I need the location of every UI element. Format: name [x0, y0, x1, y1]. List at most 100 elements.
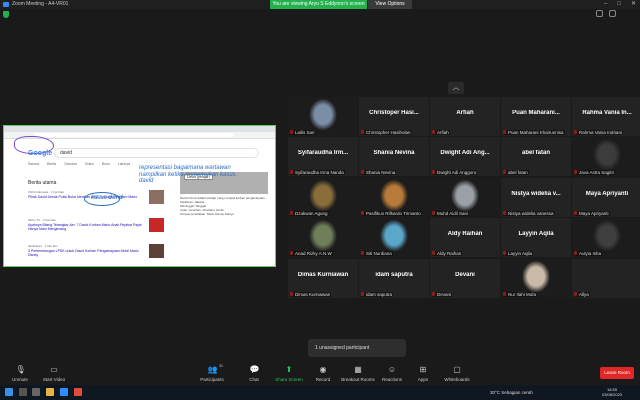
participants-button[interactable]: 👥 31 Participants: [192, 364, 232, 385]
participant-display-name: Maya Apriyanti: [585, 191, 629, 197]
participant-tile[interactable]: Layyin Aqila Layyin Aqila: [501, 218, 571, 257]
window-controls: – □ ✕: [604, 0, 636, 9]
participant-tile[interactable]: Puan Maharani... Puan Maharani Khairunnis…: [501, 97, 571, 136]
annotation-text: representasi bagaimana wartawan nampilka…: [139, 165, 236, 184]
participant-display-name: Nistya widelia v...: [511, 191, 561, 197]
participant-tile[interactable]: Maya Apriyanti Maya Apriyanti: [572, 178, 640, 217]
participant-tile[interactable]: Java Astra Sagitri: [572, 137, 640, 176]
participant-name-label: idam saputra: [361, 292, 394, 297]
participant-name-label: Syifaraudha Irma Nanda: [290, 170, 345, 175]
zoom-logo-icon: [3, 2, 9, 7]
news-thumbnail: [149, 190, 164, 204]
leave-room-button[interactable]: Leave Room: [600, 367, 634, 379]
news-item: detikNews · 1 hari lalu 3 Perkembangan L…: [28, 244, 139, 257]
whiteboard-icon: ▢: [453, 365, 461, 374]
participant-tile[interactable]: Dwight Adi Ang... Dwight Adi Anggoro: [430, 137, 500, 176]
fullscreen-icon[interactable]: [596, 10, 603, 17]
participant-name-label: abel fatan: [503, 170, 529, 175]
participant-tile[interactable]: abel fatan abel fatan: [501, 137, 571, 176]
chrome-taskbar-icon[interactable]: [74, 388, 82, 396]
participant-display-name: Syifaraudha Irm...: [297, 150, 349, 156]
participant-display-name: Layyin Aqila: [518, 231, 554, 237]
task-view-icon[interactable]: [32, 388, 40, 396]
participant-tile[interactable]: Christoper Hasi... Christopher Hasiholan: [359, 97, 429, 136]
search-tab: Gambar: [64, 162, 77, 166]
participant-name-label: Anad Rizky A.N.W: [290, 251, 333, 256]
file-explorer-icon[interactable]: [46, 388, 54, 396]
unassigned-participant-notice[interactable]: 1 unassigned participant: [308, 339, 406, 357]
participant-tile[interactable]: Nistya widelia v... Nistya widelia vaness…: [501, 178, 571, 217]
participant-tile[interactable]: Allya: [572, 259, 640, 298]
gallery-scroll-up-icon[interactable]: ︿: [448, 82, 464, 94]
participant-tile[interactable]: Arfiah Arfiah: [430, 97, 500, 136]
microphone-off-icon: 🎙: [15, 365, 26, 374]
participants-icon: 👥: [207, 365, 218, 374]
chat-button[interactable]: 💬 Chat: [234, 364, 274, 385]
search-icon[interactable]: [19, 388, 27, 396]
participant-name-label: Muhd Aidil Sani: [432, 211, 470, 216]
knowledge-panel: David Ozora adalah pelajar yang menjadi …: [180, 172, 270, 262]
zoom-taskbar-icon[interactable]: [60, 388, 68, 396]
participant-name-label: Devani: [432, 292, 453, 297]
taskbar-clock[interactable]: 18:55 03/08/2023: [602, 387, 622, 397]
windows-start-icon[interactable]: [5, 388, 13, 396]
participant-tile[interactable]: Nur Ilahi Mufa: [501, 259, 571, 298]
view-options-button[interactable]: View Options: [368, 0, 412, 9]
participant-display-name: Dimas Kurniawan: [297, 272, 349, 278]
participant-tile[interactable]: Siti Nurdiana: [359, 218, 429, 257]
participant-tile[interactable]: Aldy Raihan Aldy Raihan: [430, 218, 500, 257]
google-search-box: david: [54, 148, 259, 158]
participant-display-name: Dwight Adi Ang...: [440, 150, 490, 156]
windows-taskbar: 30°C Sebagian cerah 18:55 03/08/2023: [0, 385, 640, 400]
participant-name-label: Puan Maharani Khairunnisa: [503, 130, 565, 135]
participant-display-name: Rahma Vania In...: [582, 110, 632, 116]
participant-tile[interactable]: Aulyia Isha: [572, 218, 640, 257]
participant-name-label: Arfiah: [432, 130, 450, 135]
minimize-icon[interactable]: –: [604, 0, 607, 9]
news-item: Metro TV · 2 hari lalu Ayahnya Bilang Te…: [28, 218, 142, 231]
maximize-icon[interactable]: □: [617, 0, 621, 9]
participant-tile[interactable]: Anad Rizky A.N.W: [288, 218, 358, 257]
close-icon[interactable]: ✕: [631, 0, 636, 9]
participant-name-label: Aulyia Isha: [574, 251, 603, 256]
participant-tile[interactable]: Devani Devani: [430, 259, 500, 298]
whiteboards-button[interactable]: ▢ Whiteboards: [437, 364, 477, 385]
share-screen-icon: ⬆: [285, 365, 293, 374]
search-tab: Video: [84, 162, 94, 166]
participant-tile[interactable]: Rahma Vania In... Rahma Vania Indriani: [572, 97, 640, 136]
shared-screen[interactable]: Google david Semua Berita Gambar Video B…: [3, 125, 276, 267]
chat-icon: 💬: [249, 365, 260, 374]
participant-name-label: Lailis Sari: [290, 130, 316, 135]
participant-name-label: Layyin Aqila: [503, 251, 534, 256]
google-logo: Google: [28, 150, 53, 157]
participant-tile[interactable]: Syifaraudha Irm... Syifaraudha Irma Nanda: [288, 137, 358, 176]
weather-indicator[interactable]: 30°C Sebagian cerah: [490, 390, 533, 395]
participant-display-name: Devani: [455, 272, 475, 278]
window-title: Zoom Meeting - A4-VR01: [12, 1, 69, 7]
participant-tile[interactable]: Dzakwan Agung: [288, 178, 358, 217]
participant-name-label: Pasifikus Rifkardo Trimanto: [361, 211, 422, 216]
participant-name-label: Shania Nevina: [361, 170, 397, 175]
layout-icon[interactable]: [609, 10, 616, 17]
share-banner: You are viewing Aryo S Eddyono's screen: [270, 0, 367, 9]
participant-tile[interactable]: Muhd Aidil Sani: [430, 178, 500, 217]
news-thumbnail: [149, 218, 164, 232]
participant-tile[interactable]: Dimas Kurniawan Dimas Kurniawan: [288, 259, 358, 298]
participant-tile[interactable]: Lailis Sari: [288, 97, 358, 136]
participant-tile[interactable]: Pasifikus Rifkardo Trimanto: [359, 178, 429, 217]
start-video-button[interactable]: ▭ Start Video: [34, 364, 74, 385]
meeting-toolbar: 🎙 Unmute ▭ Start Video 👥 31 Participants…: [0, 362, 640, 385]
participant-name-label: Dwight Adi Anggoro: [432, 170, 478, 175]
participant-display-name: Shania Nevina: [373, 150, 415, 156]
reactions-icon: ☺: [387, 365, 397, 374]
participant-tile[interactable]: idam saputra idam saputra: [359, 259, 429, 298]
participant-display-name: Arfiah: [456, 110, 474, 116]
encryption-shield-icon[interactable]: [3, 11, 9, 18]
participant-tile[interactable]: Shania Nevina Shania Nevina: [359, 137, 429, 176]
system-tray: 30°C Sebagian cerah: [490, 385, 533, 400]
record-button[interactable]: ◉ Record: [303, 364, 343, 385]
news-heading: Berita utama: [28, 180, 57, 186]
participant-name-label: Christopher Hasiholan: [361, 130, 412, 135]
participant-name-label: Allya: [574, 292, 590, 297]
google-search-tabs: Semua Berita Gambar Video Buku Lainnya: [28, 162, 130, 166]
